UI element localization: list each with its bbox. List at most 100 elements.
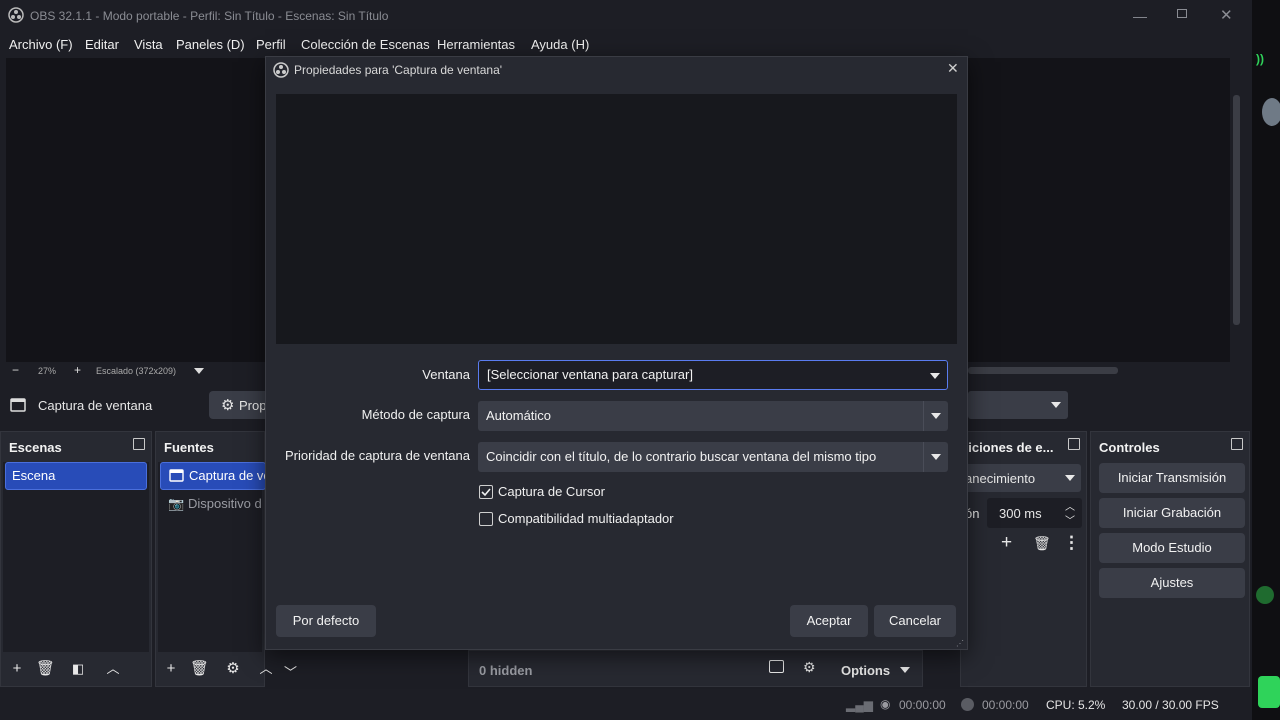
trash-icon[interactable]: 🗑	[190, 660, 209, 678]
source-label: Dispositivo d	[188, 496, 262, 511]
record-icon	[961, 698, 974, 711]
source-item-device[interactable]: 📷 Dispositivo d	[160, 491, 266, 517]
trash-icon[interactable]: 🗑	[36, 660, 55, 678]
menu-ayuda[interactable]: Ayuda (H)	[531, 37, 589, 52]
capture-method-select[interactable]: Automático	[478, 401, 948, 431]
gear-icon: ⚙	[221, 397, 235, 414]
chevron-down-icon	[1065, 475, 1075, 481]
horizontal-scrollbar[interactable]	[968, 367, 1118, 374]
capture-cursor-checkbox[interactable]	[479, 485, 493, 499]
cpu-usage: CPU: 5.2%	[1046, 698, 1106, 712]
gear-icon[interactable]: ⚙	[224, 660, 242, 678]
studio-mode-button[interactable]: Modo Estudio	[1099, 533, 1245, 563]
start-streaming-button[interactable]: Iniciar Transmisión	[1099, 463, 1245, 493]
cancel-button[interactable]: Cancelar	[874, 605, 956, 637]
move-up-icon[interactable]: ︿	[104, 660, 122, 678]
menu-perfil[interactable]: Perfil	[256, 37, 286, 52]
selected-source-name: Captura de ventana	[38, 398, 153, 413]
source-label: Captura de ve	[189, 468, 266, 483]
menu-archivo[interactable]: Archivo (F)	[9, 37, 73, 52]
multiadapter-checkbox[interactable]	[479, 512, 493, 526]
source-item-window-capture[interactable]: Captura de ve	[160, 462, 266, 490]
background-window-edge: ))	[1252, 0, 1280, 720]
spin-down-icon[interactable]: ﹀	[1065, 512, 1075, 527]
properties-label: Prop	[239, 398, 267, 413]
undock-icon[interactable]	[133, 438, 145, 450]
signal-icon: ))	[1256, 52, 1264, 66]
trash-icon[interactable]: 🗑	[1033, 535, 1051, 552]
accept-button[interactable]: Aceptar	[790, 605, 868, 637]
stream-time: 00:00:00	[899, 698, 946, 712]
avatar	[1262, 98, 1280, 126]
add-source-icon[interactable]: +	[162, 660, 180, 678]
capture-priority-value: Coincidir con el título, de lo contrario…	[486, 449, 877, 464]
capture-priority-select[interactable]: Coincidir con el título, de lo contrario…	[478, 442, 948, 472]
zoom-in-icon[interactable]: +	[74, 363, 81, 377]
close-window-icon[interactable]: ✕	[1220, 6, 1233, 24]
dialog-title: Propiedades para 'Captura de ventana'	[294, 63, 503, 77]
window-select[interactable]: [Seleccionar ventana para capturar]	[478, 360, 948, 390]
add-transition-icon[interactable]: +	[1001, 532, 1012, 554]
more-options-icon[interactable]: ⋮	[1063, 533, 1080, 553]
transition-select[interactable]: anecimiento	[961, 464, 1081, 492]
stream-icon: ◉	[880, 697, 891, 711]
window-source-icon	[169, 469, 184, 482]
maximize-icon[interactable]	[1177, 9, 1187, 18]
scaled-label: Escalado (372x209)	[96, 366, 177, 376]
chevron-down-icon[interactable]	[900, 667, 910, 673]
menu-vista[interactable]: Vista	[134, 37, 163, 52]
audio-mixer-dock: 0 hidden ⚙ Options	[468, 650, 923, 687]
defaults-button[interactable]: Por defecto	[276, 605, 376, 637]
checkmark-icon	[481, 488, 491, 497]
menu-bar: Archivo (F) Editar Vista Paneles (D) Per…	[0, 32, 1252, 58]
scenes-tools: + 🗑 ◧ ︿	[1, 652, 151, 686]
multiadapter-label: Compatibilidad multiadaptador	[498, 511, 674, 526]
menu-herramientas[interactable]: Herramientas	[437, 37, 515, 52]
status-dot-icon	[1256, 586, 1274, 604]
zoom-dropdown-icon[interactable]	[194, 368, 204, 374]
sources-list: Captura de ve 📷 Dispositivo d	[158, 462, 266, 652]
zoom-value: 27%	[38, 366, 57, 376]
sources-tools: + 🗑 ⚙ ︿	[156, 652, 273, 686]
transitions-title: siciones de e...	[961, 440, 1054, 455]
close-icon[interactable]: ✕	[947, 60, 959, 77]
duration-spinbox[interactable]: 300 ms ︿ ﹀	[987, 498, 1082, 528]
window-capture-icon	[10, 398, 26, 412]
menu-coleccion-escenas[interactable]: Colección de Escenas	[301, 37, 430, 52]
scenes-title: Escenas	[9, 440, 62, 455]
zoom-out-icon[interactable]: −	[12, 363, 19, 377]
capture-method-value: Automático	[486, 408, 552, 423]
start-recording-button[interactable]: Iniciar Grabación	[1099, 498, 1245, 528]
resize-grip-icon[interactable]: ⋰	[956, 639, 964, 648]
scenes-list: Escena	[3, 462, 149, 652]
move-up-icon[interactable]: ︿	[257, 660, 275, 678]
spin-up-icon[interactable]: ︿	[1065, 498, 1075, 513]
properties-button[interactable]: ⚙ Prop	[209, 391, 269, 419]
transitions-dock: siciones de e... anecimiento ón 300 ms ︿…	[960, 431, 1087, 687]
controls-title: Controles	[1099, 440, 1160, 455]
move-down-icon[interactable]: ﹀	[284, 662, 297, 681]
obs-logo-icon	[8, 7, 24, 23]
chevron-down-icon	[1051, 402, 1061, 408]
add-scene-icon[interactable]: +	[8, 660, 26, 678]
options-button[interactable]: Options	[841, 663, 890, 678]
minimize-icon[interactable]: —	[1133, 8, 1147, 24]
mixer-settings-icon[interactable]: ⚙	[803, 659, 816, 676]
undock-icon[interactable]	[1231, 438, 1243, 450]
scene-item[interactable]: Escena	[5, 462, 147, 490]
chevron-down-icon	[923, 361, 947, 389]
duration-value: 300 ms	[999, 506, 1042, 521]
controls-dock: Controles Iniciar Transmisión Iniciar Gr…	[1090, 431, 1250, 687]
sources-dock: Fuentes Captura de ve 📷 Dispositivo d + …	[155, 431, 273, 687]
preview-scrollbar[interactable]	[1233, 95, 1240, 325]
menu-paneles[interactable]: Paneles (D)	[176, 37, 245, 52]
settings-button[interactable]: Ajustes	[1099, 568, 1245, 598]
menu-editar[interactable]: Editar	[85, 37, 119, 52]
filter-icon[interactable]: ◧	[69, 660, 87, 678]
undock-icon[interactable]	[1068, 438, 1080, 450]
scenes-dock: Escenas Escena + 🗑 ◧ ︿	[0, 431, 152, 687]
layout-icon[interactable]	[769, 660, 784, 673]
green-button-icon	[1258, 676, 1280, 708]
ventana-label: Ventana	[422, 367, 470, 382]
source-dropdown[interactable]	[968, 391, 1068, 419]
